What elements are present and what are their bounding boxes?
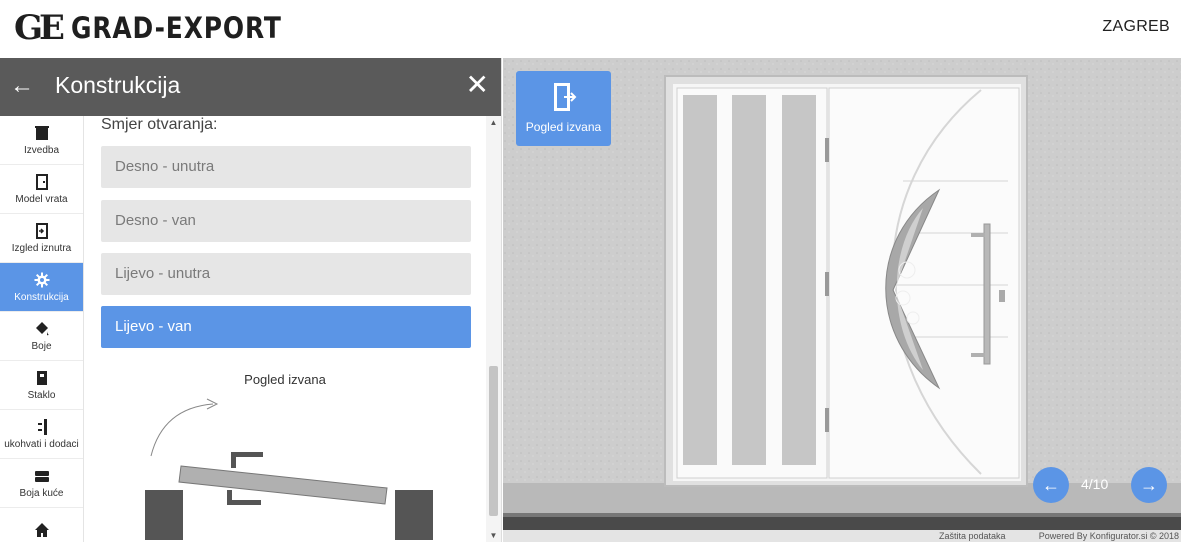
privacy-link[interactable]: Zaštita podataka: [939, 530, 1006, 542]
prev-step-button[interactable]: ←: [1033, 467, 1069, 503]
sidebar-nav: Izvedba Model vrata Izgled iznutra Konst…: [0, 116, 84, 542]
scroll-down-icon[interactable]: ▼: [486, 531, 501, 540]
handle-icon: [37, 418, 47, 435]
sidebar-item-label: Model vrata: [15, 193, 68, 205]
sidebar-item-boje[interactable]: Boje: [0, 312, 83, 361]
sidebar-item-label: Izvedba: [23, 144, 60, 156]
sidebar-item-staklo[interactable]: Staklo: [0, 361, 83, 410]
sidebar-item-rukohvati[interactable]: ukohvati i dodaci: [0, 410, 83, 459]
option-desno-van[interactable]: Desno - van: [101, 200, 471, 242]
gear-icon: [34, 272, 49, 287]
door-solid-icon: [34, 125, 49, 140]
option-lijevo-van[interactable]: Lijevo - van: [101, 306, 471, 348]
section-label: Smjer otvaranja:: [101, 116, 218, 133]
arrow-left-icon: ←: [1042, 475, 1060, 495]
sidebar-item-label: Boja kuće: [19, 487, 64, 499]
panel-scrollbar[interactable]: ▲ ▼: [486, 116, 501, 542]
option-desno-unutra[interactable]: Desno - unutra: [101, 146, 471, 188]
sidebar-item-konstrukcija[interactable]: Konstrukcija: [0, 263, 83, 312]
arrow-right-icon: →: [1140, 475, 1158, 495]
view-toggle-button[interactable]: Pogled izvana: [516, 71, 611, 146]
diagram-caption: Pogled izvana: [244, 372, 326, 387]
door-preview: Pogled izvana ← 4/10 → Zaštita podataka …: [503, 58, 1181, 542]
door-outline-icon: [35, 173, 48, 190]
city-label: ZAGREB: [1102, 18, 1170, 35]
sidebar-item-boja-kuce[interactable]: Boja kuće: [0, 459, 83, 508]
door-exit-icon: [553, 83, 576, 111]
sidebar-item-label: Izgled iznutra: [11, 242, 72, 254]
sidebar-item-label: Staklo: [27, 389, 56, 401]
logo-mark: GE: [14, 8, 65, 48]
sidebar-item-model-vrata[interactable]: Model vrata: [0, 165, 83, 214]
opening-direction-section: Smjer otvaranja: Desno - unutra Desno - …: [85, 116, 485, 542]
scroll-thumb[interactable]: [489, 366, 498, 516]
brand-logo[interactable]: GE GRAD-EXPORT: [14, 8, 316, 48]
paint-bucket-icon: [35, 321, 49, 335]
view-toggle-label: Pogled izvana: [525, 120, 602, 134]
powered-by[interactable]: Powered By Konfigurator.si © 2018: [1039, 530, 1179, 542]
house-color-icon: [34, 470, 49, 482]
arrow-left-icon[interactable]: ←: [10, 72, 34, 100]
opening-diagram: [145, 398, 433, 540]
sidebar-item-izgled-iznutra[interactable]: Izgled iznutra: [0, 214, 83, 263]
close-icon[interactable]: ✕: [466, 69, 489, 101]
glass-door-icon: [36, 370, 47, 385]
panel-title: Konstrukcija: [55, 72, 181, 98]
scroll-up-icon[interactable]: ▲: [486, 118, 501, 127]
house-icon: [34, 523, 49, 537]
door-enter-icon: [35, 222, 48, 239]
option-lijevo-unutra[interactable]: Lijevo - unutra: [101, 253, 471, 295]
sidebar-item-izvedba[interactable]: Izvedba: [0, 116, 83, 165]
config-panel: ← Konstrukcija ✕ Izvedba Model vrata Izg…: [0, 58, 502, 542]
brand-name: GRAD-EXPORT: [70, 11, 282, 45]
sidebar-item-kuca[interactable]: [0, 508, 83, 542]
sidebar-item-label: Boje: [31, 340, 52, 352]
step-counter: 4/10: [1081, 476, 1109, 492]
sidebar-item-label: ukohvati i dodaci: [4, 438, 79, 450]
sidebar-item-label: Konstrukcija: [14, 291, 69, 303]
panel-header: ← Konstrukcija ✕: [0, 58, 501, 116]
next-step-button[interactable]: →: [1131, 467, 1167, 503]
top-header: GE GRAD-EXPORT ZAGREB: [0, 0, 1181, 58]
